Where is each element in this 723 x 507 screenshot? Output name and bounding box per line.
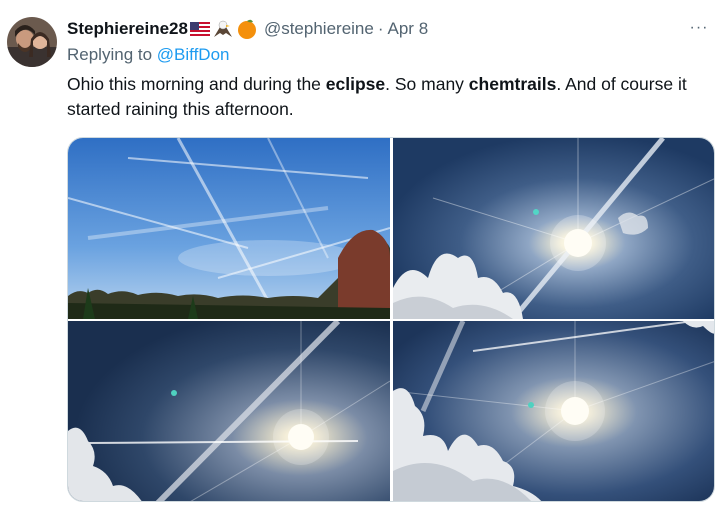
avatar[interactable] bbox=[7, 17, 57, 67]
blue-sky-trees-photo bbox=[68, 138, 390, 319]
reply-context: Replying to @BiffDon bbox=[67, 45, 229, 65]
sun-contrail-photo bbox=[68, 321, 390, 501]
reply-prefix: Replying to bbox=[67, 45, 157, 64]
photo-1[interactable] bbox=[68, 138, 390, 319]
text-bold-chemtrails: chemtrails bbox=[468, 74, 557, 94]
sun-contrails-clouds-photo bbox=[393, 321, 714, 501]
tweet-date[interactable]: Apr 8 bbox=[388, 19, 429, 39]
text-bold-eclipse: eclipse bbox=[325, 74, 386, 94]
tweet-text: Ohio this morning and during the eclipse… bbox=[67, 72, 687, 122]
photo-4[interactable] bbox=[393, 321, 714, 501]
tweet[interactable]: Stephiereine28 @stephiereine · Apr 8 ···… bbox=[0, 0, 723, 507]
text-part-1: Ohio this morning and during the bbox=[67, 74, 326, 94]
eagle-icon bbox=[212, 19, 234, 39]
orange-icon bbox=[236, 18, 258, 40]
more-icon: ··· bbox=[689, 19, 709, 36]
photo-2[interactable] bbox=[393, 138, 714, 319]
display-name[interactable]: Stephiereine28 bbox=[67, 19, 188, 39]
sun-contrail-clouds-photo bbox=[393, 138, 714, 319]
separator-dot: · bbox=[377, 19, 384, 38]
photo-3[interactable] bbox=[68, 321, 390, 501]
more-options-button[interactable]: ··· bbox=[685, 14, 713, 42]
photo-grid bbox=[67, 137, 715, 502]
tweet-header: Stephiereine28 @stephiereine · Apr 8 bbox=[67, 17, 428, 41]
reply-to-link[interactable]: @BiffDon bbox=[157, 45, 230, 64]
us-flag-icon bbox=[189, 22, 210, 36]
text-part-2: . So many bbox=[385, 74, 469, 94]
user-handle[interactable]: @stephiereine bbox=[264, 19, 374, 39]
